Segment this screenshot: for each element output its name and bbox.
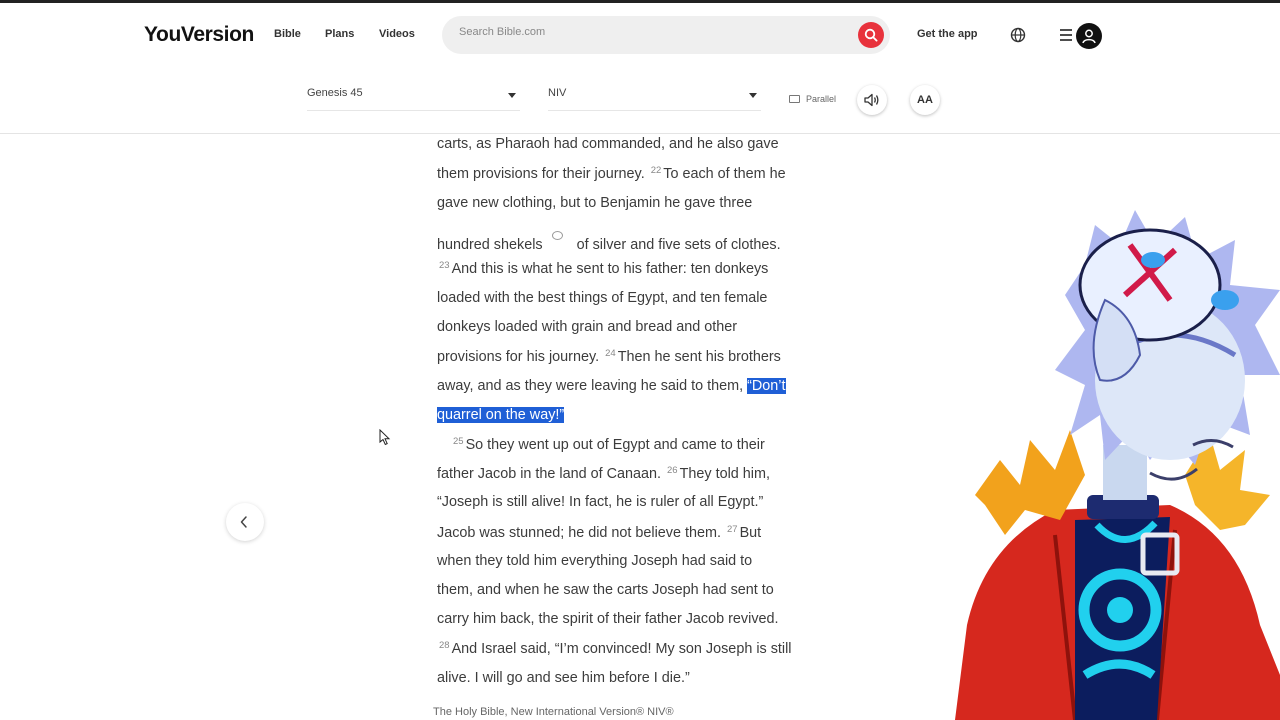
verse-text[interactable]: donkeys loaded with grain and bread and … [437, 319, 737, 335]
passage-line: carts, as Pharaoh had commanded, and he … [437, 136, 779, 152]
user-icon [1082, 29, 1096, 44]
passage-line: loaded with the best things of Egypt, an… [437, 290, 767, 306]
verse-number[interactable]: 26 [667, 465, 678, 476]
verse-number[interactable]: 22 [651, 165, 662, 176]
passage-line: donkeys loaded with grain and bread and … [437, 319, 737, 335]
verse-text[interactable]: loaded with the best things of Egypt, an… [437, 290, 767, 306]
search-input[interactable] [459, 26, 839, 38]
highlighted-selection[interactable]: “Don’t [747, 378, 786, 394]
highlighted-selection[interactable]: quarrel on the way!” [437, 407, 565, 423]
verse-text[interactable]: carry him back, the spirit of their fath… [437, 611, 779, 627]
note-icon[interactable] [551, 231, 563, 240]
top-navigation: YouVersion Bible Plans Videos Get the ap… [0, 3, 1280, 67]
chevron-down-icon [508, 93, 516, 98]
reader-toolbar: Genesis 45 NIV Parallel AA [0, 67, 1280, 134]
verse-text[interactable]: Then he sent his brothers [618, 349, 781, 365]
font-settings-button[interactable]: AA [910, 85, 940, 115]
passage-line: alive. I will go and see him before I di… [437, 670, 690, 686]
version-select[interactable]: NIV [548, 85, 761, 111]
youversion-logo[interactable]: YouVersion [144, 23, 254, 47]
verse-text[interactable]: carts, as Pharaoh had commanded, and he … [437, 136, 779, 152]
copyright-text[interactable]: The Holy Bible, New International Versio… [433, 706, 674, 718]
passage-line: father Jacob in the land of Canaan. 26 Th… [437, 465, 770, 482]
passage-line: quarrel on the way!” [437, 407, 565, 423]
passage-line: 23 And this is what he sent to his father… [437, 260, 768, 277]
search-bar [442, 16, 890, 54]
audio-icon [864, 93, 879, 107]
verse-text[interactable]: when they told him everything Joseph had… [437, 553, 752, 569]
verse-number[interactable]: 28 [439, 640, 450, 651]
passage-line: away, and as they were leaving he said t… [437, 378, 786, 394]
verse-text[interactable]: of silver and five sets of clothes. [577, 237, 781, 253]
passage-line: hundred shekels of silver and five sets o… [437, 231, 781, 253]
passage-line: them, and when he saw the carts Joseph h… [437, 582, 774, 598]
passage-line: “Joseph is still alive! In fact, he is r… [437, 494, 763, 510]
book-chapter-select[interactable]: Genesis 45 [307, 85, 520, 111]
chevron-left-icon [240, 516, 247, 528]
parallel-label: Parallel [806, 94, 837, 104]
verse-number[interactable]: 25 [453, 436, 464, 447]
passage-line: them provisions for their journey. 22 To … [437, 165, 786, 182]
passage-line: when they told him everything Joseph had… [437, 553, 752, 569]
verse-text[interactable]: hundred shekels [437, 237, 543, 253]
passage-line: 25 So they went up out of Egypt and came … [451, 436, 765, 453]
passage-line: provisions for his journey. 24 Then he se… [437, 348, 781, 365]
verse-text[interactable]: them, and when he saw the carts Joseph h… [437, 582, 774, 598]
verse-text[interactable]: They told him, [680, 466, 770, 482]
parallel-toggle[interactable]: Parallel [789, 94, 836, 104]
nav-link-plans[interactable]: Plans [325, 28, 354, 40]
version-value: NIV [548, 87, 567, 99]
verse-text[interactable]: To each of them he [663, 166, 785, 182]
verse-text[interactable]: And this is what he sent to his father: … [452, 261, 769, 277]
parallel-icon [789, 95, 800, 103]
verse-number[interactable]: 23 [439, 260, 450, 271]
get-app-link[interactable]: Get the app [917, 28, 978, 40]
previous-chapter-button[interactable] [226, 503, 264, 541]
verse-text[interactable]: father Jacob in the land of Canaan. [437, 466, 665, 482]
passage-line: 28 And Israel said, “I’m convinced! My so… [437, 640, 792, 657]
verse-text[interactable]: them provisions for their journey. [437, 166, 649, 182]
passage-line: carry him back, the spirit of their fath… [437, 611, 779, 627]
search-icon [864, 28, 878, 42]
nav-link-bible[interactable]: Bible [274, 28, 301, 40]
verse-text[interactable]: But [740, 525, 762, 541]
audio-button[interactable] [857, 85, 887, 115]
verse-text[interactable]: alive. I will go and see him before I di… [437, 670, 690, 686]
mouse-cursor-icon [379, 429, 391, 446]
menu-icon[interactable] [1060, 28, 1073, 42]
verse-text[interactable]: provisions for his journey. [437, 349, 603, 365]
verse-text[interactable]: Jacob was stunned; he did not believe th… [437, 525, 725, 541]
passage-line: gave new clothing, but to Benjamin he ga… [437, 195, 752, 211]
verse-text[interactable]: gave new clothing, but to Benjamin he ga… [437, 195, 752, 211]
chevron-down-icon [749, 93, 757, 98]
globe-icon[interactable] [1010, 27, 1026, 43]
verse-number[interactable]: 27 [727, 524, 738, 535]
book-chapter-value: Genesis 45 [307, 87, 363, 99]
vtuber-avatar-overlay [955, 210, 1280, 720]
user-avatar-button[interactable] [1076, 23, 1102, 49]
verse-text[interactable]: So they went up out of Egypt and came to… [466, 437, 765, 453]
nav-link-videos[interactable]: Videos [379, 28, 415, 40]
verse-text[interactable]: “Joseph is still alive! In fact, he is r… [437, 494, 763, 510]
verse-number[interactable]: 24 [605, 348, 616, 359]
passage-line: Jacob was stunned; he did not believe th… [437, 524, 761, 541]
search-button[interactable] [858, 22, 884, 48]
verse-text[interactable]: And Israel said, “I’m convinced! My son … [452, 641, 792, 657]
verse-text[interactable]: away, and as they were leaving he said t… [437, 378, 747, 394]
scripture-passage: carts, as Pharaoh had commanded, and he … [437, 134, 827, 704]
